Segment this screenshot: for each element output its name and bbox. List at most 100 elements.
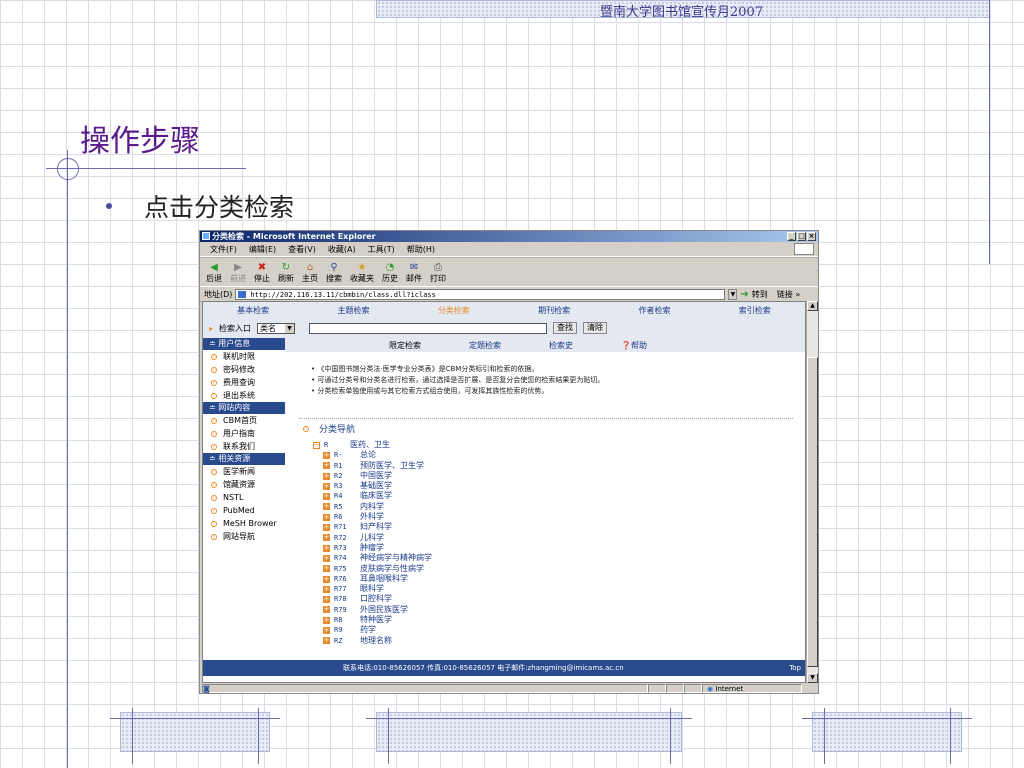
tab-author[interactable]: 作者检索 (638, 305, 670, 316)
find-button[interactable]: 查找 (553, 322, 578, 334)
expand-icon[interactable]: + (323, 596, 330, 604)
tab-basic[interactable]: 基本检索 (237, 305, 269, 316)
tree-item[interactable]: + R76 耳鼻咽喉科学 (313, 574, 432, 584)
tab-journal[interactable]: 期刊检索 (538, 305, 570, 316)
top-link[interactable]: Top (789, 660, 801, 676)
expand-icon[interactable]: + (323, 565, 330, 573)
sidebar-item[interactable]: › NSTL (203, 491, 285, 504)
sidebar-item[interactable]: › 医学新闻 (203, 465, 285, 478)
scroll-thumb[interactable] (807, 357, 818, 667)
tree-item[interactable]: + R3 基础医学 (313, 481, 432, 491)
tree-item[interactable]: + RZ 地理名称 (313, 636, 432, 646)
sidebar-head-resources[interactable]: ≐ 相关资源 (203, 453, 285, 465)
home-button[interactable]: ⌂ 主页 (302, 262, 318, 284)
sidebar-item[interactable]: › 联机时限 (203, 350, 285, 363)
print-button[interactable]: ⎙ 打印 (430, 262, 446, 284)
expand-icon[interactable]: + (323, 585, 330, 593)
tree-item[interactable]: + R1 预防医学、卫生学 (313, 461, 432, 471)
search-button[interactable]: ⚲ 搜索 (326, 262, 342, 284)
expand-icon[interactable]: + (323, 472, 330, 480)
expand-icon[interactable]: + (323, 451, 330, 459)
clear-button[interactable]: 清除 (583, 322, 608, 334)
sidebar-item[interactable]: › 馆藏资源 (203, 478, 285, 491)
expand-icon[interactable]: + (323, 626, 330, 634)
expand-icon[interactable]: + (323, 462, 330, 470)
menu-view[interactable]: 查看(V) (288, 244, 316, 255)
history-button[interactable]: ◔ 历史 (382, 262, 398, 284)
scroll-up-icon[interactable]: ▲ (807, 301, 818, 311)
maximize-button[interactable]: □ (797, 232, 806, 241)
sidebar-item[interactable]: › CBM首页 (203, 414, 285, 427)
tree-item[interactable]: + R8 特种医学 (313, 615, 432, 625)
expand-icon[interactable]: + (323, 534, 330, 542)
sidebar-head-site[interactable]: ≐ 网站内容 (203, 402, 285, 414)
collapse-icon[interactable]: − (313, 441, 320, 449)
tab-index[interactable]: 索引检索 (739, 305, 771, 316)
expand-icon[interactable]: + (323, 482, 330, 490)
scroll-down-icon[interactable]: ▼ (807, 673, 818, 683)
search-input[interactable] (309, 322, 548, 334)
expand-icon[interactable]: + (323, 493, 330, 501)
expand-icon[interactable]: + (323, 524, 330, 532)
sidebar-item[interactable]: › 用户指南 (203, 427, 285, 440)
link-saved-search[interactable]: 定题检索 (469, 340, 501, 351)
refresh-button[interactable]: ↻ 刷新 (278, 262, 294, 284)
address-input[interactable]: http://202.116.13.11/cbmbin/class.dll?ic… (235, 288, 726, 300)
sidebar-item[interactable]: › 费用查询 (203, 376, 285, 389)
tree-item[interactable]: + R2 中国医学 (313, 471, 432, 481)
sidebar-item[interactable]: › 密码修改 (203, 363, 285, 376)
tree-item[interactable]: + R- 总论 (313, 450, 432, 460)
expand-icon[interactable]: + (323, 637, 330, 645)
minimize-button[interactable]: _ (787, 232, 796, 241)
tree-item[interactable]: + R79 外国民族医学 (313, 605, 432, 615)
expand-icon[interactable]: + (323, 554, 330, 562)
link-help[interactable]: ❓帮助 (621, 340, 647, 351)
tree-item[interactable]: + R78 口腔科学 (313, 594, 432, 604)
tab-subject[interactable]: 主题检索 (337, 305, 369, 316)
link-history[interactable]: 检索史 (549, 340, 573, 351)
tree-item[interactable]: + R75 皮肤病学与性病学 (313, 564, 432, 574)
tree-item[interactable]: + R9 药学 (313, 625, 432, 635)
tree-item[interactable]: + R77 眼科学 (313, 584, 432, 594)
links-button[interactable]: 链接 » (777, 289, 800, 300)
tree-item[interactable]: + R4 临床医学 (313, 491, 432, 501)
tree-item[interactable]: + R72 儿科学 (313, 533, 432, 543)
sidebar-item[interactable]: › 联系我们 (203, 440, 285, 453)
menu-favorites[interactable]: 收藏(A) (328, 244, 356, 255)
tree-item[interactable]: + R73 肿瘤学 (313, 543, 432, 553)
expand-icon[interactable]: + (323, 606, 330, 614)
title-bar[interactable]: 分类检索 - Microsoft Internet Explorer _ □ × (200, 231, 818, 242)
sidebar-item[interactable]: › 退出系统 (203, 389, 285, 402)
link-limit[interactable]: 限定检索 (389, 340, 421, 351)
sidebar-item[interactable]: › MeSH Brower (203, 517, 285, 530)
menu-edit[interactable]: 编辑(E) (249, 244, 276, 255)
menu-file[interactable]: 文件(F) (210, 244, 237, 255)
sidebar-head-user[interactable]: ≐ 用户信息 (203, 338, 285, 350)
tree-item[interactable]: + R6 外科学 (313, 512, 432, 522)
tab-classification[interactable]: 分类检索 (438, 305, 470, 316)
go-icon[interactable]: ➔ (740, 289, 748, 300)
close-button[interactable]: × (807, 232, 816, 241)
expand-icon[interactable]: + (323, 503, 330, 511)
tree-item[interactable]: + R71 妇产科学 (313, 522, 432, 532)
back-button[interactable]: ◀ 后退 (206, 262, 222, 284)
sidebar-item[interactable]: › PubMed (203, 504, 285, 517)
search-field-select[interactable]: 类名 ▼ (257, 322, 296, 334)
address-dropdown[interactable]: ▼ (728, 288, 738, 300)
expand-icon[interactable]: + (323, 575, 330, 583)
favorites-button[interactable]: ★ 收藏夹 (350, 262, 374, 284)
expand-icon[interactable]: + (323, 616, 330, 624)
sidebar-item[interactable]: › 网站导航 (203, 530, 285, 543)
menu-tools[interactable]: 工具(T) (368, 244, 395, 255)
go-button[interactable]: 转到 (752, 289, 768, 300)
tree-item[interactable]: + R74 神经病学与精神病学 (313, 553, 432, 563)
tree-root[interactable]: − R 医药、卫生 (313, 440, 432, 450)
forward-button[interactable]: ▶ 前进 (230, 262, 246, 284)
menu-help[interactable]: 帮助(H) (407, 244, 435, 255)
expand-icon[interactable]: + (323, 513, 330, 521)
stop-button[interactable]: ✖ 停止 (254, 262, 270, 284)
tree-item[interactable]: + R5 内科学 (313, 502, 432, 512)
expand-icon[interactable]: + (323, 544, 330, 552)
mail-button[interactable]: ✉ 邮件 (406, 262, 422, 284)
vertical-scrollbar[interactable]: ▲ ▼ (806, 301, 818, 683)
